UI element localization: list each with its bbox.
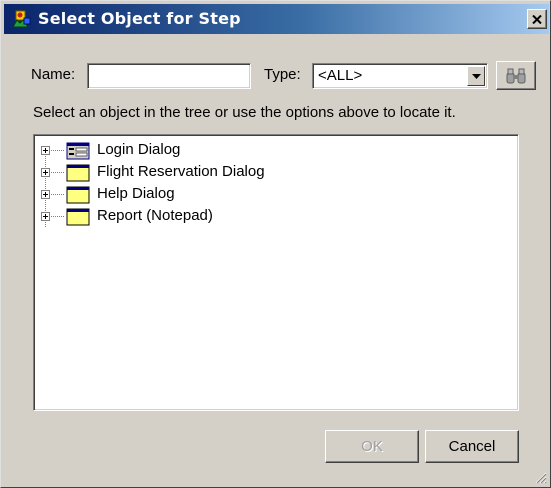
name-field-frame	[87, 63, 251, 89]
tree-item-label: Report (Notepad)	[97, 207, 213, 224]
tree-item-login-dialog[interactable]: Login Dialog	[34, 141, 334, 161]
binoculars-icon	[506, 68, 526, 83]
dialog-form-icon	[66, 142, 90, 160]
window-icon	[66, 208, 90, 226]
expand-icon[interactable]	[41, 190, 50, 199]
tree-item-help-dialog[interactable]: Help Dialog	[34, 185, 334, 205]
expand-icon[interactable]	[41, 146, 50, 155]
tree-item-report-notepad[interactable]: Report (Notepad)	[34, 207, 334, 227]
object-tree[interactable]: Login Dialog Flight Reservation Dialog H…	[33, 134, 519, 411]
tree-item-label: Login Dialog	[97, 141, 181, 158]
ok-button[interactable]: OK	[325, 430, 419, 463]
find-button[interactable]	[496, 61, 536, 90]
tree-item-label: Help Dialog	[97, 185, 175, 202]
instruction-text: Select an object in the tree or use the …	[33, 104, 456, 121]
window-icon	[66, 186, 90, 204]
dropdown-arrow-button[interactable]	[467, 66, 485, 86]
tree-item-label: Flight Reservation Dialog	[97, 163, 265, 180]
dialog-title: Select Object for Step	[38, 9, 241, 28]
type-selected-value: <ALL>	[318, 67, 363, 84]
close-button[interactable]	[527, 9, 547, 29]
name-label: Name:	[31, 66, 76, 83]
expand-icon[interactable]	[41, 168, 50, 177]
title-bar[interactable]: Select Object for Step	[4, 4, 549, 34]
type-label: Type:	[264, 66, 301, 83]
type-dropdown[interactable]: <ALL>	[312, 63, 488, 89]
cancel-button[interactable]: Cancel	[425, 430, 519, 463]
resize-grip-icon[interactable]	[533, 470, 547, 484]
expand-icon[interactable]	[41, 212, 50, 221]
chevron-down-icon	[471, 73, 481, 79]
select-object-dialog: Select Object for Step Name: Type: <ALL>…	[0, 0, 551, 488]
name-field[interactable]	[92, 66, 246, 88]
tree-item-flight-reservation-dialog[interactable]: Flight Reservation Dialog	[34, 163, 334, 183]
close-icon	[532, 14, 542, 24]
window-icon	[66, 164, 90, 182]
object-repository-icon	[12, 10, 31, 28]
